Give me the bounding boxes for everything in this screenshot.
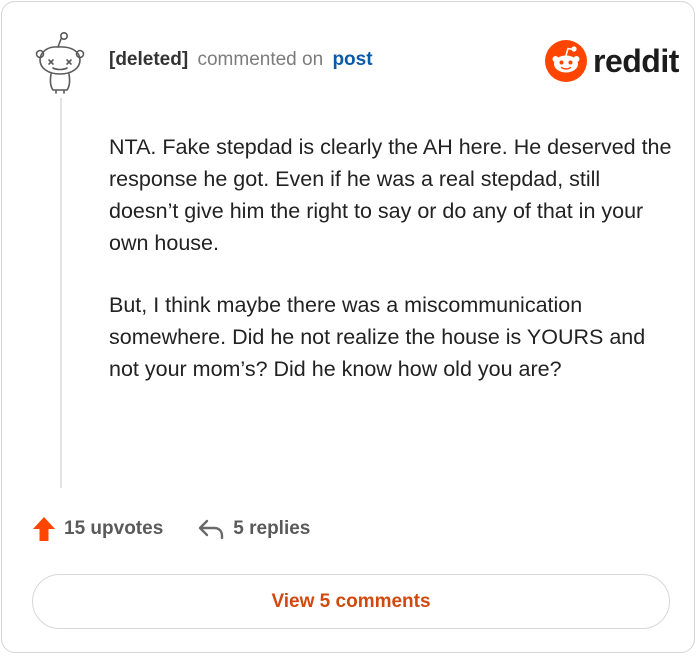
comment-card: [deleted] commented on post reddit NTA. … xyxy=(1,1,695,653)
author-name: [deleted] xyxy=(109,49,189,70)
thread-line xyxy=(60,98,62,488)
action-text: commented on xyxy=(197,49,324,70)
deleted-user-avatar-icon xyxy=(35,31,85,94)
reddit-logo[interactable]: reddit xyxy=(545,40,679,82)
comment-paragraph-1: NTA. Fake stepdad is clearly the AH here… xyxy=(109,135,672,255)
replies-count: 5 replies xyxy=(233,518,311,539)
comment-header: [deleted] commented on post xyxy=(109,49,373,71)
comment-stats: 15 upvotes 5 replies xyxy=(32,516,310,542)
upvote-arrow-icon xyxy=(33,517,55,541)
reply-arrow-icon xyxy=(199,519,224,540)
replies-stat[interactable]: 5 replies xyxy=(197,518,310,540)
post-link[interactable]: post xyxy=(332,49,372,70)
comment-body: NTA. Fake stepdad is clearly the AH here… xyxy=(109,131,674,415)
comment-paragraph-2: But, I think maybe there was a miscommun… xyxy=(109,293,646,381)
reddit-wordmark: reddit xyxy=(593,42,679,79)
upvotes-count: 15 upvotes xyxy=(64,518,164,539)
view-comments-button[interactable]: View 5 comments xyxy=(32,574,670,629)
reddit-snoo-icon xyxy=(545,40,587,82)
upvotes-stat[interactable]: 15 upvotes xyxy=(32,516,163,542)
